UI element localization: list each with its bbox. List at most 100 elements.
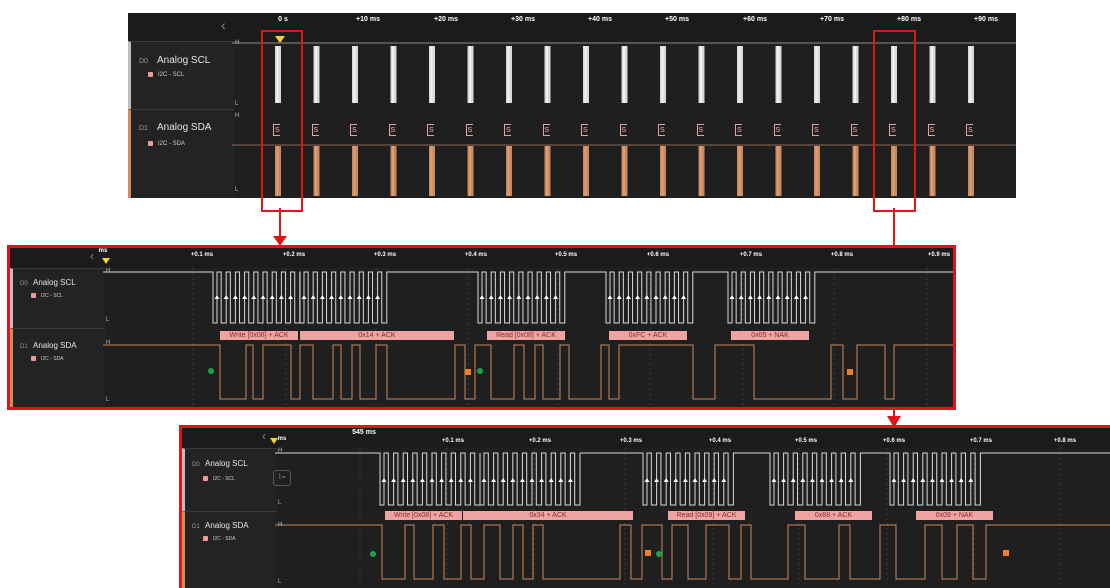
channel-row-d0[interactable]: D0 Analog SCL I2C - SCL	[10, 268, 105, 329]
time-ruler-tick: +0.8 ms	[830, 252, 854, 258]
start-condition-label[interactable]: S	[542, 124, 550, 136]
rising-edge-arrow-icon	[242, 295, 248, 299]
decoded-frame-label[interactable]: 0xFC + ACK	[609, 331, 687, 340]
decoded-frame-label[interactable]: Read [0x08] + ACK	[487, 331, 565, 340]
start-condition-label[interactable]: S	[504, 124, 511, 136]
rising-edge-arrow-icon	[500, 478, 506, 482]
rising-edge-arrow-icon	[329, 295, 335, 299]
analyzer-label[interactable]: I2C - SCL	[31, 293, 63, 299]
channel-name[interactable]: Analog SDA	[157, 122, 211, 133]
rising-edge-arrow-icon	[338, 295, 344, 299]
start-condition-label[interactable]: S	[735, 124, 742, 136]
start-condition-label[interactable]: S	[966, 124, 973, 136]
decoded-frame-label[interactable]: Write [0x08] + ACK	[220, 331, 298, 340]
stop-condition-square-icon[interactable]	[1003, 550, 1009, 556]
start-condition-label[interactable]: S	[465, 124, 473, 136]
start-condition-label[interactable]: S	[350, 124, 357, 136]
time-ruler-tick: +0.6 ms	[882, 438, 906, 444]
time-ruler-tick: +0.3 ms	[619, 438, 643, 444]
rising-edge-arrow-icon	[809, 478, 815, 482]
decoded-frame-label[interactable]: 0x14 + ACK	[300, 331, 454, 340]
time-ruler-tick: +0.5 ms	[794, 438, 818, 444]
channel-row-d1[interactable]: D1 Analog SDA I2C - SDA	[182, 511, 277, 588]
channel-number: D0	[192, 462, 200, 468]
zoom-capture-panel-2: ‹ 545 ms ms +0.1 ms +0.2 ms +0.3 ms +0.4 ms +…	[179, 425, 1110, 588]
rising-edge-arrow-icon	[347, 295, 353, 299]
waveform-area[interactable]: H L H L ⌇⌁ Write [0x08] + ACK 0x34 + ACK R…	[273, 448, 1110, 588]
rising-edge-arrow-icon	[949, 478, 955, 482]
zoom-callout-arrow-icon	[273, 208, 287, 246]
time-ruler-tick: +80 ms	[897, 16, 921, 23]
waveform-area[interactable]: H L H L Write [0x08] + ACK 0x14 + ACK Read…	[103, 268, 953, 407]
decoded-frame-label[interactable]: 0x34 + ACK	[463, 511, 633, 520]
channel-row-d1[interactable]: D1 Analog SDA I2C - SDA	[128, 109, 234, 198]
time-ruler-tick: +0.2 ms	[528, 438, 552, 444]
rising-edge-arrow-icon	[516, 295, 522, 299]
start-condition-dot-icon[interactable]	[208, 368, 214, 374]
low-level-label: L	[235, 101, 239, 107]
channel-row-d0[interactable]: D0 Analog SCL I2C - SCL	[182, 448, 277, 512]
channel-name[interactable]: Analog SDA	[33, 341, 77, 350]
rising-edge-arrow-icon	[738, 295, 744, 299]
start-condition-label[interactable]: S	[581, 124, 588, 136]
channel-name[interactable]: Analog SCL	[205, 459, 248, 468]
decoded-frame-label[interactable]: Write [0x08] + ACK	[385, 511, 462, 520]
analyzer-label[interactable]: I2C - SCL	[148, 72, 184, 78]
time-ruler-tick: +50 ms	[665, 16, 689, 23]
rising-edge-arrow-icon	[721, 478, 727, 482]
rising-edge-arrow-icon	[681, 295, 687, 299]
rising-edge-arrow-icon	[543, 295, 549, 299]
analyzer-label[interactable]: I2C - SDA	[148, 141, 185, 147]
start-condition-label[interactable]: S	[773, 124, 781, 136]
start-condition-dot-icon[interactable]	[656, 551, 662, 557]
chevron-left-icon[interactable]: ‹	[221, 17, 226, 33]
start-condition-label[interactable]: S	[812, 124, 819, 136]
channel-row-d1[interactable]: D1 Analog SDA I2C - SDA	[10, 328, 105, 407]
waveform-measure-button[interactable]: ⌇⌁	[273, 470, 291, 486]
stop-condition-square-icon[interactable]	[465, 369, 471, 375]
sda-trace	[103, 344, 953, 400]
channel-name[interactable]: Analog SCL	[33, 278, 76, 287]
analyzer-label[interactable]: I2C - SCL	[203, 476, 235, 482]
channel-number: D1	[20, 344, 28, 350]
stop-condition-square-icon[interactable]	[645, 550, 651, 556]
chevron-left-icon[interactable]: ‹	[262, 429, 266, 443]
start-condition-dot-icon[interactable]	[370, 551, 376, 557]
time-ruler-tick: +90 ms	[974, 16, 998, 23]
analyzer-label[interactable]: I2C - SDA	[203, 536, 236, 542]
rising-edge-arrow-icon	[558, 478, 564, 482]
start-condition-label[interactable]: S	[927, 124, 935, 136]
rising-edge-arrow-icon	[654, 478, 660, 482]
rising-edge-arrow-icon	[711, 478, 717, 482]
time-cursor-marker-icon[interactable]	[270, 438, 278, 444]
start-condition-label[interactable]: S	[619, 124, 627, 136]
stop-condition-square-icon[interactable]	[847, 369, 853, 375]
decoded-frame-label[interactable]: 0x88 + ACK	[795, 511, 872, 520]
rising-edge-arrow-icon	[644, 295, 650, 299]
channel-number: D0	[139, 58, 148, 65]
time-ruler-tick: +70 ms	[820, 16, 844, 23]
time-ruler: ‹ 545 ms ms +0.1 ms +0.2 ms +0.3 ms +0.4 ms +…	[182, 428, 1110, 448]
rising-edge-arrow-icon	[491, 478, 497, 482]
scl-trace	[275, 452, 1110, 506]
channel-name[interactable]: Analog SCL	[157, 55, 210, 66]
low-level-label: L	[278, 500, 282, 506]
start-condition-label[interactable]: S	[311, 124, 319, 136]
start-condition-label[interactable]: S	[388, 124, 396, 136]
time-ruler-tick: ms	[277, 436, 287, 442]
start-condition-label[interactable]: S	[696, 124, 704, 136]
analyzer-label[interactable]: I2C - SDA	[31, 356, 64, 362]
time-ruler-tick: +60 ms	[743, 16, 767, 23]
decoded-frame-label[interactable]: 0x05 + NAK	[731, 331, 809, 340]
start-condition-label[interactable]: S	[850, 124, 858, 136]
chevron-left-icon[interactable]: ‹	[90, 249, 94, 263]
decoded-frame-label[interactable]: Read [0x09] + ACK	[668, 511, 745, 520]
low-level-label: L	[278, 579, 282, 585]
time-cursor-marker-icon[interactable]	[102, 258, 110, 264]
decoded-frame-label[interactable]: 0x09 + NAK	[916, 511, 993, 520]
start-condition-dot-icon[interactable]	[477, 368, 483, 374]
start-condition-label[interactable]: S	[427, 124, 434, 136]
channel-name[interactable]: Analog SDA	[205, 521, 249, 530]
start-condition-label[interactable]: S	[658, 124, 665, 136]
rising-edge-arrow-icon	[391, 478, 397, 482]
